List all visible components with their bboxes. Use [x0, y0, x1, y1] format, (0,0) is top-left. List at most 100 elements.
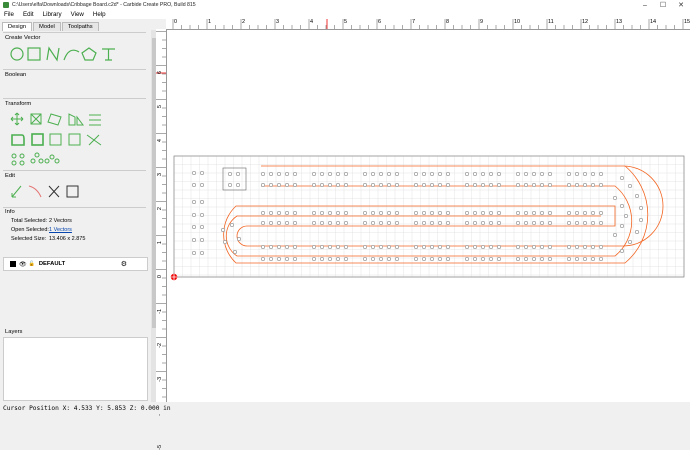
peg-hole — [488, 171, 494, 177]
node-edit-icon[interactable] — [11, 185, 22, 198]
scale-tool-icon[interactable] — [30, 113, 42, 125]
peg-hole — [362, 244, 368, 250]
layer-row[interactable]: 👁 🔓 DEFAULT ⚙ — [3, 257, 148, 271]
info-title: Info — [5, 209, 15, 215]
mirror-tool-icon[interactable] — [68, 113, 84, 126]
peg-hole — [429, 210, 435, 216]
peg-hole — [276, 256, 282, 262]
top-ruler-label: 6 — [378, 19, 382, 25]
peg-hole — [327, 210, 333, 216]
pattern-tool-icon[interactable] — [49, 154, 55, 160]
peg-hole — [480, 210, 486, 216]
align-tool-icon[interactable] — [89, 114, 101, 126]
peg-hole — [311, 210, 317, 216]
peg-hole — [582, 182, 588, 188]
open-selected-link[interactable]: 1 Vectors — [49, 227, 72, 233]
cut-tool-icon[interactable] — [48, 185, 60, 198]
circular-array-tool-icon[interactable] — [34, 152, 40, 158]
peg-hole — [590, 244, 596, 250]
tab-model[interactable]: Model — [33, 22, 61, 31]
top-ruler-label: 11 — [548, 19, 554, 25]
minimize-icon[interactable]: – — [636, 0, 654, 10]
peg-hole — [582, 220, 588, 226]
peg-hole — [445, 171, 451, 177]
peg-hole — [429, 171, 435, 177]
design-canvas[interactable] — [167, 30, 690, 402]
circle-tool-icon[interactable] — [10, 47, 24, 61]
peg-hole — [394, 182, 400, 188]
fillet-tool-icon[interactable] — [31, 133, 44, 146]
peg-hole — [378, 256, 384, 262]
layers-list — [3, 337, 148, 401]
close-icon[interactable]: ✕ — [672, 0, 690, 10]
peg-hole — [566, 182, 572, 188]
peg-hole — [394, 171, 400, 177]
peg-hole — [276, 210, 282, 216]
maximize-icon[interactable]: ☐ — [654, 0, 672, 10]
peg-hole — [235, 182, 241, 188]
peg-hole — [429, 220, 435, 226]
menu-help[interactable]: Help — [93, 11, 106, 18]
top-ruler-label: 2 — [242, 19, 246, 25]
bounding-box-icon[interactable] — [66, 185, 79, 198]
offset-tool-icon[interactable] — [11, 134, 25, 146]
peg-hole — [386, 182, 392, 188]
peg-hole — [582, 244, 588, 250]
peg-hole — [531, 256, 537, 262]
array-tool-icon[interactable] — [11, 153, 17, 159]
peg-hole — [343, 182, 349, 188]
group-tool-icon[interactable] — [49, 133, 62, 146]
menu-edit[interactable]: Edit — [23, 11, 34, 18]
eye-icon[interactable]: 👁 — [19, 261, 27, 268]
total-selected-label: Total Selected: — [11, 218, 48, 224]
peg-hole — [268, 171, 274, 177]
peg-hole — [311, 244, 317, 250]
lock-icon[interactable]: 🔓 — [29, 261, 35, 267]
distribute-tool-icon[interactable] — [86, 134, 102, 146]
peg-hole — [191, 199, 197, 205]
gear-icon[interactable]: ⚙ — [121, 260, 127, 268]
peg-hole — [335, 171, 341, 177]
peg-hole — [582, 256, 588, 262]
total-selected-value: 2 Vectors — [49, 218, 72, 224]
peg-hole — [394, 244, 400, 250]
polygon-tool-icon[interactable] — [81, 47, 97, 61]
peg-hole — [574, 182, 580, 188]
peg-hole — [394, 256, 400, 262]
peg-hole — [421, 220, 427, 226]
peg-hole — [421, 210, 427, 216]
left-ruler-label: -1 — [157, 309, 163, 314]
top-ruler-label: 0 — [174, 19, 178, 25]
peg-hole — [386, 171, 392, 177]
tab-design[interactable]: Design — [2, 22, 33, 31]
peg-hole — [472, 256, 478, 262]
peg-hole — [199, 212, 205, 218]
peg-hole — [480, 256, 486, 262]
peg-hole — [220, 227, 226, 233]
peg-hole — [496, 220, 502, 226]
peg-hole — [292, 210, 298, 216]
peg-hole — [619, 248, 625, 254]
curve-tool-icon[interactable] — [63, 49, 80, 61]
join-tool-icon[interactable] — [68, 133, 81, 146]
peg-hole — [496, 171, 502, 177]
peg-hole — [386, 210, 392, 216]
move-tool-icon[interactable] — [10, 112, 24, 126]
layer-name: DEFAULT — [38, 261, 66, 267]
peg-hole — [343, 256, 349, 262]
menu-view[interactable]: View — [71, 11, 84, 18]
menu-library[interactable]: Library — [43, 11, 62, 18]
rectangle-tool-icon[interactable] — [27, 47, 41, 61]
rotate-tool-icon[interactable] — [47, 113, 62, 126]
tab-toolpaths[interactable]: Toolpaths — [61, 22, 99, 31]
top-ruler-label: 8 — [446, 19, 450, 25]
peg-hole — [199, 237, 205, 243]
polyline-tool-icon[interactable] — [46, 46, 60, 62]
layer-color-swatch[interactable] — [10, 261, 16, 267]
trim-tool-icon[interactable] — [28, 185, 42, 198]
peg-hole — [480, 182, 486, 188]
text-tool-icon[interactable] — [102, 48, 115, 61]
peg-hole — [437, 256, 443, 262]
peg-hole — [480, 171, 486, 177]
menu-file[interactable]: File — [4, 11, 14, 18]
